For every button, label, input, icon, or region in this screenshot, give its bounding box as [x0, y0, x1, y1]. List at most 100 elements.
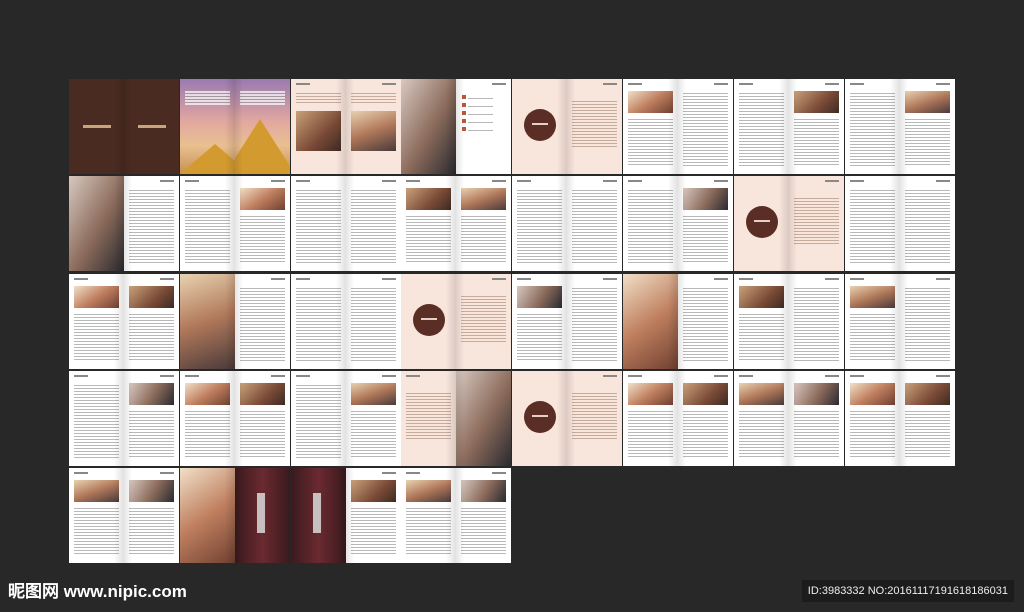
- text-block: [74, 506, 119, 557]
- page-header: [714, 374, 728, 377]
- text-block: [517, 188, 563, 265]
- page-header: [74, 277, 88, 280]
- brochure-page-pinkimg: [290, 79, 346, 174]
- brochure-spread: [401, 79, 512, 174]
- brochure-spread: [733, 176, 844, 272]
- photo: [793, 91, 839, 113]
- page-header: [406, 472, 421, 475]
- brochure-page-textimg: [678, 370, 733, 466]
- brochure-spread: [69, 79, 179, 174]
- photo: [184, 382, 230, 405]
- brochure-page-text: [678, 79, 733, 174]
- photo: [129, 382, 174, 405]
- text-block: [904, 285, 950, 362]
- photo: [517, 285, 563, 308]
- text-block: [572, 390, 618, 441]
- list-item: [468, 112, 494, 115]
- brochure-page-text: [899, 176, 955, 272]
- photo: [628, 382, 673, 405]
- section-circle: [524, 400, 557, 433]
- photo: [406, 188, 452, 211]
- list-item: [468, 104, 494, 107]
- page-header: [492, 180, 507, 183]
- brochure-spread: [733, 79, 844, 174]
- page-header: [824, 83, 839, 85]
- brochure-page-text: [290, 370, 346, 466]
- page-header: [714, 277, 728, 280]
- photo: [406, 480, 452, 503]
- page-header: [406, 374, 421, 377]
- text-block: [461, 293, 507, 344]
- brochure-page-textimg: [844, 370, 900, 466]
- brochure-spread: [733, 273, 844, 369]
- text-block: [295, 285, 341, 362]
- brochure-spread: [69, 273, 179, 369]
- section-circle: [524, 109, 557, 141]
- brochure-spread: [623, 176, 733, 272]
- text-block: [793, 285, 839, 362]
- page-header: [849, 277, 864, 280]
- brochure-spread: [290, 468, 401, 564]
- brochure-page-textimg: [623, 79, 678, 174]
- brochure-page-text: [290, 273, 346, 369]
- brochure-page-textimg: [124, 468, 179, 564]
- text-block: [683, 91, 728, 167]
- brochure-page-photo: [69, 176, 124, 272]
- brochure-page-brown: [69, 79, 124, 174]
- page-header: [74, 472, 88, 475]
- watermark-id: ID:3983332 NO:20161117191618186031: [801, 580, 1014, 602]
- page-header: [628, 180, 642, 183]
- page-header: [714, 180, 728, 183]
- text-block: [129, 311, 174, 362]
- text-block: [184, 91, 230, 105]
- text-block: [904, 117, 950, 167]
- brochure-spread: [623, 273, 733, 369]
- text-block: [849, 91, 895, 167]
- page-header: [824, 180, 839, 183]
- text-block: [904, 188, 950, 265]
- text-block: [849, 311, 895, 362]
- photo: [350, 480, 396, 503]
- photo: [904, 91, 950, 113]
- page-header: [184, 374, 199, 377]
- watermark-site: 昵图网 www.nipic.com: [8, 582, 187, 601]
- photo: [350, 111, 396, 151]
- page-header: [492, 472, 507, 475]
- brochure-page-circle: [512, 79, 568, 174]
- brochure-page-photo: [456, 370, 512, 466]
- page-header: [406, 180, 421, 183]
- brochure-page-circle: [733, 176, 789, 272]
- photo: [129, 285, 174, 308]
- page-header: [270, 180, 285, 183]
- section-circle: [745, 206, 778, 239]
- brochure-spread: [512, 273, 623, 369]
- text-block: [628, 188, 673, 265]
- brochure-page-text: [124, 176, 179, 272]
- brochure-spread: [844, 370, 955, 466]
- page-header: [184, 180, 199, 183]
- brochure-page-pyramid: [234, 79, 290, 174]
- text-block: [184, 408, 230, 459]
- brochure-page-textimg: [401, 176, 457, 272]
- brochure-page-textimg: [678, 176, 733, 272]
- brochure-page-circle: [401, 273, 457, 369]
- text-block: [406, 390, 452, 441]
- brochure-page-textimg: [733, 370, 789, 466]
- brochure-page-pink: [567, 370, 623, 466]
- photo: [74, 285, 119, 308]
- brochure-spread: [69, 176, 179, 272]
- brochure-spread: [401, 468, 512, 564]
- list-bullet: [462, 127, 467, 131]
- brochure-page-text: [290, 176, 346, 272]
- text-block: [628, 117, 673, 167]
- text-block: [628, 408, 673, 459]
- brochure-page-text: [345, 273, 401, 369]
- brochure-spread: [179, 176, 290, 272]
- page-header: [270, 374, 285, 377]
- page-header: [738, 374, 753, 377]
- door-lock: [256, 493, 265, 534]
- brochure-spread: [512, 370, 623, 466]
- photo: [793, 382, 839, 405]
- page-header: [849, 180, 864, 183]
- text-block: [295, 91, 341, 105]
